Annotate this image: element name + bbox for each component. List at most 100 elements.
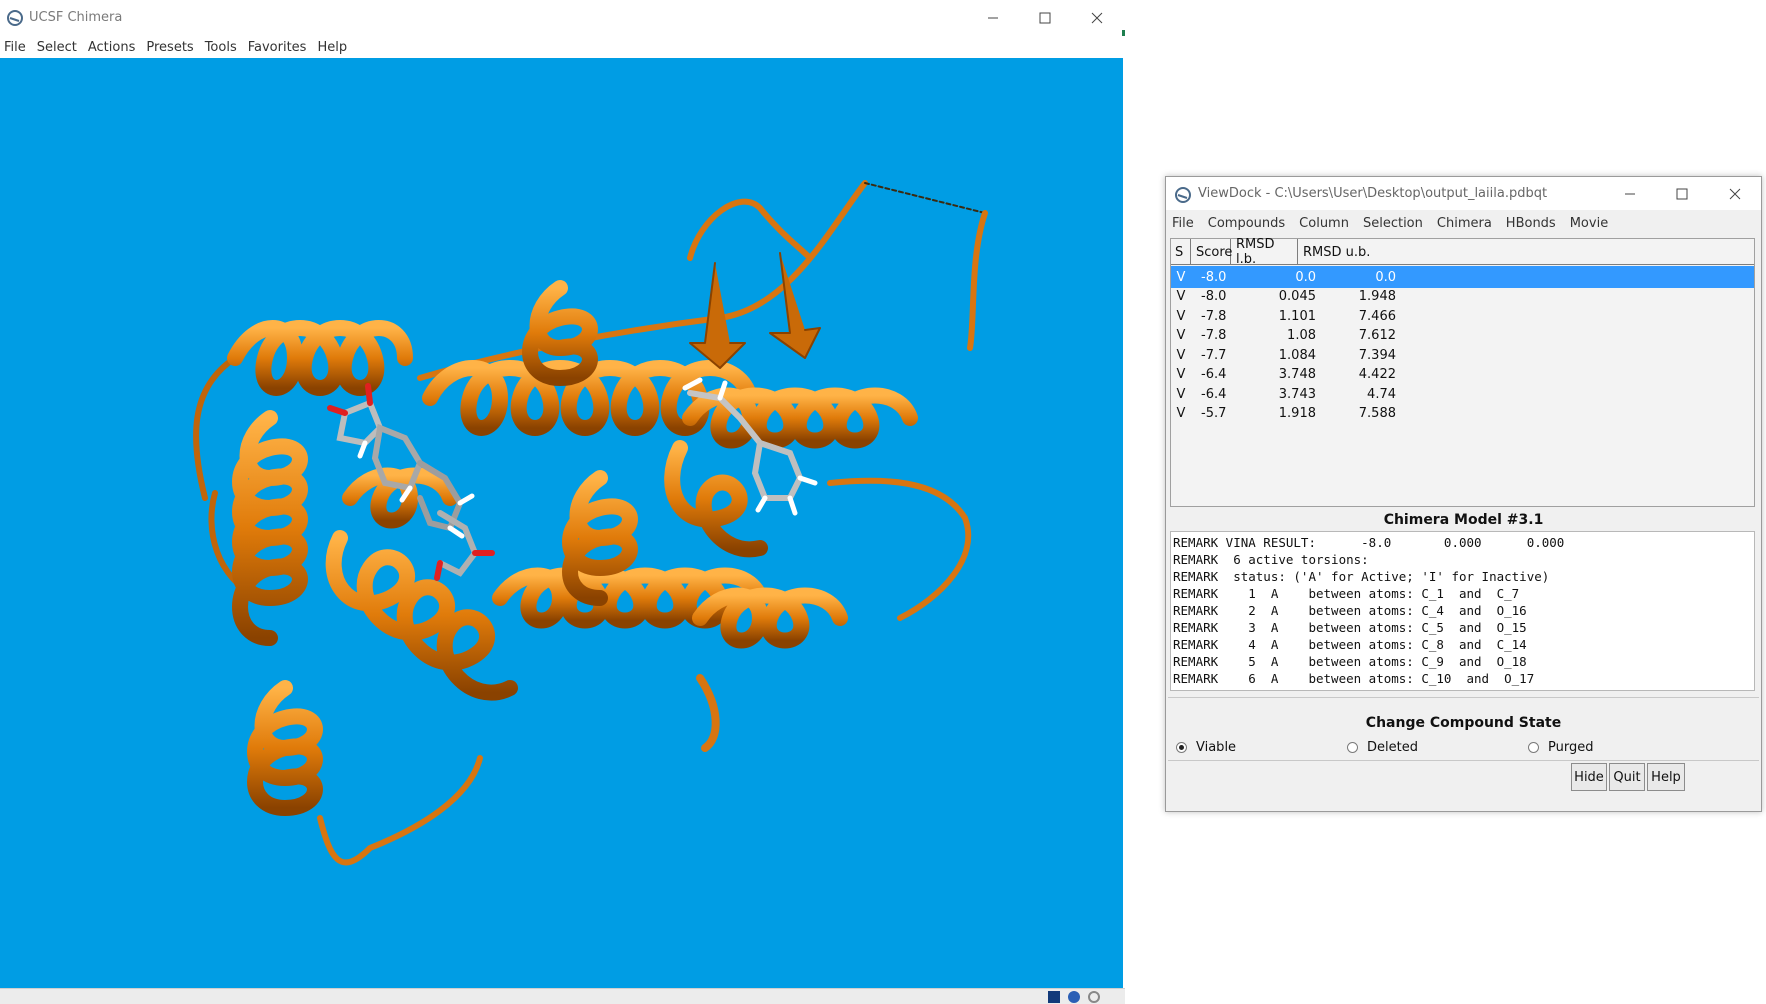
cell-rmsd-lb: 1.08 bbox=[1287, 328, 1316, 343]
cell-score: -7.8 bbox=[1201, 328, 1227, 343]
remark-line: REMARK 4 A between atoms: C_8 and C_14 bbox=[1173, 637, 1527, 652]
molecule-viewport[interactable] bbox=[0, 58, 1123, 988]
remark-line: REMARK 6 active torsions: bbox=[1173, 552, 1369, 567]
cell-rmsd-lb: 1.084 bbox=[1278, 347, 1316, 363]
vd-menu-movie[interactable]: Movie bbox=[1570, 216, 1608, 231]
viewdock-menubar: File Compounds Column Selection Chimera … bbox=[1166, 210, 1761, 236]
cell-state: V bbox=[1176, 406, 1186, 421]
model-info-title: Chimera Model #3.1 bbox=[1383, 512, 1544, 528]
cell-rmsd-ub: 7.394 bbox=[1358, 347, 1396, 363]
maximize-icon bbox=[1039, 12, 1051, 24]
cell-rmsd-lb: 1.101 bbox=[1278, 308, 1316, 324]
maximize-button[interactable] bbox=[1019, 0, 1071, 36]
divider bbox=[1168, 697, 1759, 698]
viewdock-window-title: ViewDock - C:\Users\User\Desktop\output_… bbox=[1198, 186, 1548, 201]
radio-viable-label: Viable bbox=[1196, 740, 1237, 755]
remarks-text-panel[interactable]: REMARK VINA RESULT: -8.0 0.000 0.000 REMA… bbox=[1170, 531, 1755, 691]
menu-file[interactable]: File bbox=[4, 40, 26, 55]
remark-line: REMARK 2 A between atoms: C_4 and O_16 bbox=[1173, 603, 1527, 618]
menu-favorites[interactable]: Favorites bbox=[248, 40, 307, 55]
column-header-rmsd-lb[interactable]: RMSD l.b. bbox=[1231, 237, 1298, 267]
viewdock-minimize-button[interactable] bbox=[1604, 177, 1656, 210]
cell-score: -8.0 bbox=[1201, 269, 1227, 285]
radio-viable[interactable]: Viable bbox=[1176, 740, 1236, 755]
table-header: S Score RMSD l.b. RMSD u.b. bbox=[1171, 237, 1754, 267]
radio-purged-label: Purged bbox=[1548, 740, 1594, 755]
column-header-score[interactable]: Score bbox=[1191, 239, 1232, 265]
viewdock-maximize-button[interactable] bbox=[1656, 177, 1708, 210]
close-icon bbox=[1729, 188, 1741, 199]
search-icon[interactable] bbox=[1088, 991, 1100, 1003]
vd-menu-compounds[interactable]: Compounds bbox=[1208, 216, 1285, 231]
remark-line: REMARK VINA RESULT: -8.0 0.000 0.000 bbox=[1173, 535, 1565, 550]
change-state-title: Change Compound State bbox=[1365, 715, 1562, 731]
radio-purged-indicator[interactable] bbox=[1528, 742, 1539, 753]
radio-purged[interactable]: Purged bbox=[1528, 740, 1593, 755]
cell-rmsd-lb: 0.045 bbox=[1278, 289, 1316, 304]
cell-state: V bbox=[1176, 269, 1186, 285]
chimera-window-title: UCSF Chimera bbox=[29, 10, 123, 25]
close-button[interactable] bbox=[1071, 0, 1123, 36]
column-header-rmsd-ub[interactable]: RMSD u.b. bbox=[1298, 239, 1754, 265]
cell-score: -6.4 bbox=[1201, 386, 1227, 402]
radio-deleted-label: Deleted bbox=[1367, 740, 1418, 755]
compounds-table: S Score RMSD l.b. RMSD u.b. V -8.0 0.0 0.0 V… bbox=[1170, 237, 1755, 507]
cell-rmsd-ub: 4.74 bbox=[1367, 386, 1396, 402]
menu-tools[interactable]: Tools bbox=[205, 40, 237, 55]
cell-rmsd-ub: 7.466 bbox=[1358, 308, 1396, 324]
radio-deleted[interactable]: Deleted bbox=[1347, 740, 1418, 755]
help-button[interactable]: Help bbox=[1647, 763, 1685, 791]
divider bbox=[1168, 760, 1759, 761]
cell-rmsd-ub: 0.0 bbox=[1375, 269, 1396, 285]
radio-viable-indicator[interactable] bbox=[1176, 742, 1187, 753]
vd-menu-selection[interactable]: Selection bbox=[1363, 216, 1423, 231]
cell-state: V bbox=[1176, 386, 1186, 402]
cell-rmsd-ub: 7.588 bbox=[1358, 406, 1396, 421]
column-header-s[interactable]: S bbox=[1171, 239, 1191, 265]
cell-score: -5.7 bbox=[1201, 406, 1227, 421]
cell-rmsd-ub: 4.422 bbox=[1358, 367, 1396, 382]
remark-line: REMARK 6 A between atoms: C_10 and O_17 bbox=[1173, 671, 1535, 686]
vd-menu-file[interactable]: File bbox=[1172, 216, 1194, 231]
viewdock-window: ViewDock - C:\Users\User\Desktop\output_… bbox=[1165, 176, 1762, 812]
viewdock-title-bar[interactable]: ViewDock - C:\Users\User\Desktop\output_… bbox=[1166, 177, 1761, 210]
cell-score: -7.7 bbox=[1201, 347, 1227, 363]
remark-line: REMARK 3 A between atoms: C_5 and O_15 bbox=[1173, 620, 1527, 635]
minimize-icon bbox=[988, 17, 998, 19]
cell-state: V bbox=[1176, 328, 1186, 343]
minimize-button[interactable] bbox=[967, 0, 1019, 36]
menu-actions[interactable]: Actions bbox=[88, 40, 136, 55]
quit-button[interactable]: Quit bbox=[1609, 763, 1645, 791]
remark-line: REMARK status: ('A' for Active; 'I' for … bbox=[1173, 569, 1550, 584]
vd-menu-chimera[interactable]: Chimera bbox=[1437, 216, 1492, 231]
chimera-title-bar[interactable]: UCSF Chimera bbox=[0, 0, 1125, 36]
vd-menu-hbonds[interactable]: HBonds bbox=[1506, 216, 1556, 231]
remark-line: REMARK 5 A between atoms: C_9 and O_18 bbox=[1173, 654, 1527, 669]
cell-score: -6.4 bbox=[1201, 367, 1227, 382]
vd-menu-column[interactable]: Column bbox=[1299, 216, 1349, 231]
cell-state: V bbox=[1176, 347, 1186, 363]
chimera-menubar: File Select Actions Presets Tools Favori… bbox=[0, 36, 1125, 58]
remark-line: REMARK 1 A between atoms: C_1 and C_7 bbox=[1173, 586, 1520, 601]
command-line-icon[interactable] bbox=[1048, 991, 1060, 1003]
info-icon[interactable] bbox=[1068, 991, 1080, 1003]
menu-help[interactable]: Help bbox=[317, 40, 347, 55]
cell-rmsd-ub: 1.948 bbox=[1358, 289, 1396, 304]
cell-score: -7.8 bbox=[1201, 308, 1227, 324]
maximize-icon bbox=[1676, 188, 1688, 199]
menu-presets[interactable]: Presets bbox=[146, 40, 193, 55]
menu-select[interactable]: Select bbox=[37, 40, 77, 55]
cell-rmsd-ub: 7.612 bbox=[1358, 328, 1396, 343]
cell-state: V bbox=[1176, 367, 1186, 382]
chimera-app-icon bbox=[7, 10, 23, 26]
table-row[interactable]: V -5.7 1.918 7.588 bbox=[1171, 403, 1754, 425]
radio-deleted-indicator[interactable] bbox=[1347, 742, 1358, 753]
minimize-icon bbox=[1625, 193, 1635, 194]
viewdock-close-button[interactable] bbox=[1709, 177, 1761, 210]
cell-rmsd-lb: 3.743 bbox=[1278, 386, 1316, 402]
protein-ribbon-render bbox=[193, 180, 988, 866]
cell-rmsd-lb: 0.0 bbox=[1295, 269, 1316, 285]
hide-button[interactable]: Hide bbox=[1571, 763, 1607, 791]
cell-state: V bbox=[1176, 308, 1186, 324]
chimera-app-icon bbox=[1175, 187, 1191, 203]
